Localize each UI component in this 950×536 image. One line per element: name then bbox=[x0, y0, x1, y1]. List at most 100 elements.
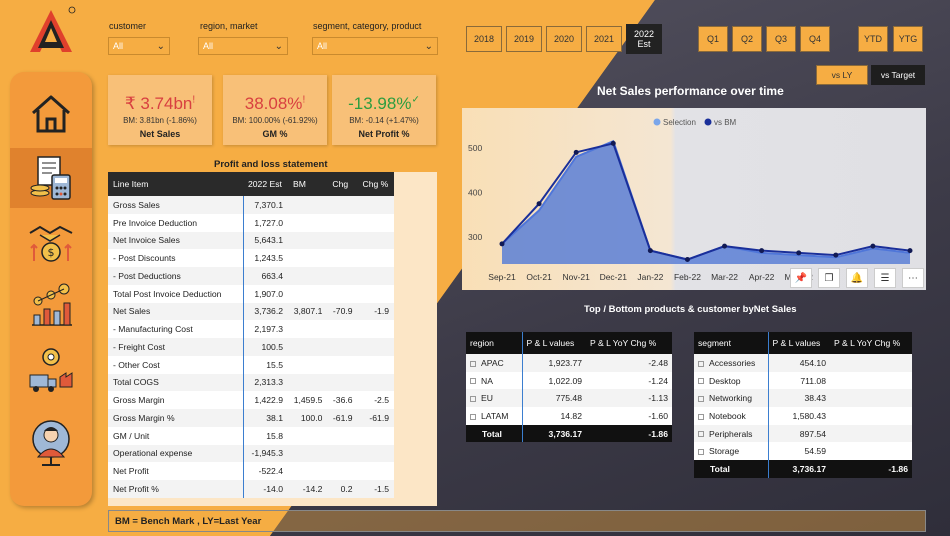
quarter-q3-button[interactable]: Q3 bbox=[766, 26, 796, 52]
year-2021-button[interactable]: 2021 bbox=[586, 26, 622, 52]
region-header[interactable]: region bbox=[466, 332, 522, 354]
table-row[interactable]: Storage 54.59 bbox=[694, 442, 912, 461]
pin-icon[interactable]: 📌 bbox=[790, 268, 812, 288]
pl-row[interactable]: Total COGS 2,313.3 bbox=[108, 373, 394, 392]
pl-value: 7,370.1 bbox=[242, 196, 288, 214]
pl-header-bm[interactable]: BM bbox=[288, 172, 328, 196]
table-row[interactable]: NA 1,022.09 -1.24 bbox=[466, 371, 672, 390]
pl-row[interactable]: Gross Margin % 38.1 100.0 -61.9 -61.9 bbox=[108, 409, 394, 427]
kpi-net-sales-benchmark: BM: 3.81bn (-1.86%) bbox=[123, 116, 197, 125]
pl-row[interactable]: Net Profit % -14.0 -14.2 0.2 -1.5 bbox=[108, 480, 394, 498]
pl-row[interactable]: - Freight Cost 100.5 bbox=[108, 338, 394, 356]
bell-icon[interactable]: 🔔 bbox=[846, 268, 868, 288]
expand-icon[interactable] bbox=[470, 413, 476, 420]
nav-marketing[interactable] bbox=[10, 276, 92, 336]
segment-yoy-header[interactable]: P & L YoY Chg % bbox=[830, 332, 912, 354]
row-label-text: EU bbox=[481, 393, 493, 404]
row-label: Peripherals bbox=[694, 424, 768, 443]
expand-icon[interactable] bbox=[698, 413, 704, 420]
table-row[interactable]: Networking 38.43 bbox=[694, 389, 912, 408]
ytd-button[interactable]: YTD bbox=[858, 26, 888, 52]
pl-value bbox=[357, 444, 394, 463]
nav-executive[interactable] bbox=[10, 412, 92, 472]
topbottom-title: Top / Bottom products & customer byNet S… bbox=[584, 304, 797, 315]
pl-line-item: Net Sales bbox=[108, 302, 243, 321]
expand-icon[interactable] bbox=[698, 431, 704, 438]
pl-row[interactable]: GM / Unit 15.8 bbox=[108, 426, 394, 445]
chevron-down-icon: ⌄ bbox=[156, 40, 165, 52]
pl-row[interactable]: Net Profit -522.4 bbox=[108, 462, 394, 480]
expand-icon[interactable] bbox=[698, 360, 704, 367]
expand-icon[interactable] bbox=[470, 395, 476, 402]
kpi-gm-benchmark: BM: 100.00% (-61.92%) bbox=[232, 116, 318, 125]
nav-sales[interactable]: $ bbox=[10, 212, 92, 272]
segment-header[interactable]: segment bbox=[694, 332, 768, 354]
copy-icon[interactable]: ❐ bbox=[818, 268, 840, 288]
year-2019-button[interactable]: 2019 bbox=[506, 26, 542, 52]
pl-header-chg-pct[interactable]: Chg % bbox=[357, 172, 394, 196]
pl-header-year[interactable]: 2022 Est bbox=[243, 172, 288, 196]
pl-row[interactable]: Gross Sales 7,370.1 bbox=[108, 196, 394, 214]
kpi-net-profit: -13.98%✓ BM: -0.14 (+1.47%) Net Profit % bbox=[332, 75, 436, 145]
pl-value bbox=[357, 462, 394, 480]
expand-icon[interactable] bbox=[698, 395, 704, 402]
pl-row[interactable]: - Other Cost 15.5 bbox=[108, 355, 394, 374]
warning-icon: ! bbox=[192, 94, 196, 106]
region-pl-values-header[interactable]: P & L values bbox=[521, 332, 586, 354]
nav-supply-chain[interactable] bbox=[10, 340, 92, 400]
year-2020-button[interactable]: 2020 bbox=[546, 26, 582, 52]
quarter-q2-button[interactable]: Q2 bbox=[732, 26, 762, 52]
pl-row[interactable]: - Post Deductions 663.4 bbox=[108, 267, 394, 285]
segment-filter[interactable]: All ⌄ bbox=[312, 37, 438, 55]
expand-icon[interactable] bbox=[470, 360, 476, 367]
pl-value: 1,907.0 bbox=[242, 284, 288, 303]
customer-filter[interactable]: All ⌄ bbox=[108, 37, 170, 55]
year-2018-button[interactable]: 2018 bbox=[466, 26, 502, 52]
pl-value bbox=[327, 249, 358, 267]
pl-row[interactable]: - Post Discounts 1,243.5 bbox=[108, 249, 394, 267]
ytg-button[interactable]: YTG bbox=[893, 26, 923, 52]
vs-target-button[interactable]: vs Target bbox=[871, 65, 925, 85]
nav-home[interactable] bbox=[10, 84, 92, 144]
y-tick-label: 500 bbox=[468, 143, 482, 153]
pl-header-chg[interactable]: Chg bbox=[327, 172, 358, 196]
region-filter[interactable]: All ⌄ bbox=[198, 37, 288, 55]
table-row[interactable]: Desktop 711.08 bbox=[694, 371, 912, 390]
pl-row[interactable]: Net Sales 3,736.2 3,807.1 -70.9 -1.9 bbox=[108, 302, 394, 321]
expand-icon[interactable] bbox=[470, 378, 476, 385]
region-yoy-header[interactable]: P & L YoY Chg % bbox=[586, 332, 672, 354]
row-value: 711.08 bbox=[767, 371, 830, 390]
chevron-down-icon: ⌄ bbox=[424, 40, 433, 52]
quarter-q4-button[interactable]: Q4 bbox=[800, 26, 830, 52]
pl-row[interactable]: Total Post Invoice Deduction 1,907.0 bbox=[108, 284, 394, 303]
filter-icon[interactable]: ☰ bbox=[874, 268, 896, 288]
pl-row[interactable]: Operational expense -1,945.3 bbox=[108, 444, 394, 463]
more-options-icon[interactable]: ⋯ bbox=[902, 268, 924, 288]
table-row[interactable]: EU 775.48 -1.13 bbox=[466, 389, 672, 408]
table-row[interactable]: Notebook 1,580.43 bbox=[694, 407, 912, 425]
pl-header-line-item[interactable]: Line Item bbox=[108, 172, 243, 196]
pl-row[interactable]: Net Invoice Sales 5,643.1 bbox=[108, 231, 394, 250]
expand-icon[interactable] bbox=[698, 449, 704, 456]
total-value: -1.86 bbox=[586, 424, 672, 443]
pl-value bbox=[357, 284, 394, 303]
table-row[interactable]: Accessories 454.10 bbox=[694, 354, 912, 372]
year-2022-est-button[interactable]: 2022 Est bbox=[626, 24, 662, 54]
vs-ly-button[interactable]: vs LY bbox=[816, 65, 868, 85]
pl-row[interactable]: Gross Margin 1,422.9 1,459.5 -36.6 -2.5 bbox=[108, 391, 394, 409]
pl-value bbox=[288, 444, 328, 463]
nav-finance[interactable] bbox=[10, 148, 92, 208]
pl-row[interactable]: - Manufacturing Cost 2,197.3 bbox=[108, 320, 394, 338]
pl-line-item: - Freight Cost bbox=[108, 338, 243, 356]
pl-value bbox=[288, 213, 328, 232]
table-row[interactable]: APAC 1,923.77 -2.48 bbox=[466, 354, 672, 372]
pl-row[interactable]: Pre Invoice Deduction 1,727.0 bbox=[108, 213, 394, 232]
segment-pl-values-header[interactable]: P & L values bbox=[767, 332, 830, 354]
pl-value bbox=[288, 373, 328, 392]
quarter-q1-button[interactable]: Q1 bbox=[698, 26, 728, 52]
table-row[interactable]: Peripherals 897.54 bbox=[694, 424, 912, 443]
total-row: Total 3,736.17 -1.86 bbox=[466, 424, 672, 443]
table-row[interactable]: LATAM 14.82 -1.60 bbox=[466, 407, 672, 425]
row-value bbox=[830, 442, 912, 461]
expand-icon[interactable] bbox=[698, 378, 704, 385]
